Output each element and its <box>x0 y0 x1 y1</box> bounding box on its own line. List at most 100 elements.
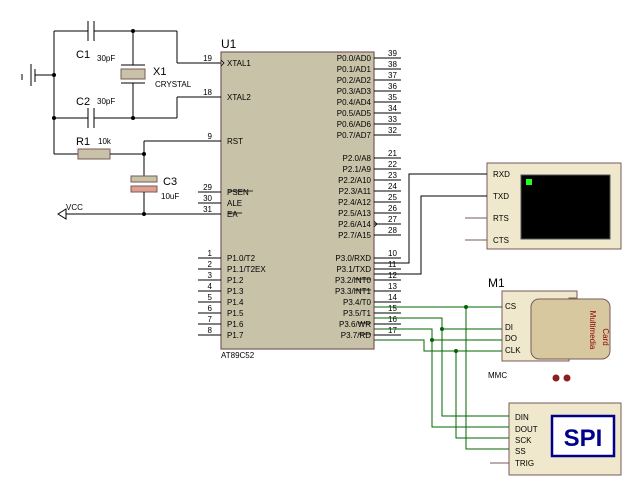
vcc-arrow-icon <box>57 208 67 220</box>
u1-pin-name: RST <box>227 137 243 146</box>
virtual-terminal[interactable]: RXD TXD RTS CTS <box>465 162 622 250</box>
mmc-led-1 <box>552 374 560 382</box>
x1-value: CRYSTAL <box>155 80 192 89</box>
u1-pin-name: P0.1/AD1 <box>337 65 372 74</box>
u1-pin-name: P1.4 <box>227 298 244 307</box>
u1-pin-name: P0.0/AD0 <box>337 54 372 63</box>
terminal-pin-txd: TXD <box>493 192 509 201</box>
u1-pin-name: P3.5/T1 <box>343 309 372 318</box>
u1-pin-number: 2 <box>208 260 213 269</box>
u1-pin-number: 12 <box>388 271 397 280</box>
mmc-pin-clk: CLK <box>505 346 521 355</box>
mmc-pin-do: DO <box>505 334 517 343</box>
c1-ref: C1 <box>76 49 90 61</box>
u1-chip[interactable]: U1 AT89C52 19XTAL118XTAL29RST29PSEN30ALE… <box>198 37 401 360</box>
u1-pin-number: 14 <box>388 293 397 302</box>
c1-value: 30pF <box>97 54 115 63</box>
u1-pin-name: P2.3/A11 <box>339 187 372 196</box>
u1-pin-number: 27 <box>388 215 397 224</box>
u1-pin-number: 25 <box>388 193 397 202</box>
u1-pin-name: P1.5 <box>227 309 244 318</box>
c3-ref: C3 <box>163 176 177 188</box>
terminal-pin-cts: CTS <box>493 236 509 245</box>
schematic-svg: U1 AT89C52 19XTAL118XTAL29RST29PSEN30ALE… <box>21 21 622 476</box>
u1-pin-name: P1.6 <box>227 320 244 329</box>
reset-circuit: R1 10k C3 10uF VCC <box>54 136 221 220</box>
u1-pin-number: 23 <box>388 171 397 180</box>
u1-part: AT89C52 <box>221 351 255 360</box>
c2-value: 30pF <box>97 97 115 106</box>
u1-pin-name: P0.3/AD3 <box>337 87 372 96</box>
spi-pin-dout: DOUT <box>515 425 538 434</box>
u1-pin-number: 15 <box>388 304 397 313</box>
spi-debugger[interactable]: SPI DIN DOUT SCK SS TRIG <box>490 402 622 476</box>
u1-pin-number: 13 <box>388 282 397 291</box>
u1-pin-number: 19 <box>203 54 212 63</box>
u1-pin-name: P2.4/A12 <box>338 198 371 207</box>
u1-pin-number: 24 <box>388 182 397 191</box>
u1-pin-number: 17 <box>388 326 397 335</box>
u1-pin-number: 8 <box>208 326 213 335</box>
u1-pin-name: P0.4/AD4 <box>337 98 372 107</box>
u1-pin-number: 1 <box>208 249 213 258</box>
u1-pin-number: 21 <box>388 149 397 158</box>
c3-value: 10uF <box>161 192 179 201</box>
u1-pin-name: P2.0/A8 <box>343 154 372 163</box>
u1-pin-name: PSEN <box>227 188 249 197</box>
mmc-pin-cs: CS <box>505 302 516 311</box>
mmc-part: MMC <box>488 371 507 380</box>
u1-pin-name: P3.3/INT1 <box>335 287 372 296</box>
u1-pin-number: 5 <box>208 293 213 302</box>
mmc-card-text-2: Multimedia <box>588 311 597 350</box>
u1-pin-number: 38 <box>388 60 397 69</box>
u1-pin-name: P2.2/A10 <box>338 176 371 185</box>
spi-pin-din: DIN <box>515 413 529 422</box>
u1-pin-number: 36 <box>388 82 397 91</box>
u1-pin-name: P2.7/A15 <box>338 231 371 240</box>
x1-ref: X1 <box>153 66 166 78</box>
u1-pin-name: P0.5/AD5 <box>337 109 372 118</box>
u1-pin-name: P3.6/WR <box>339 320 371 329</box>
c2-ref: C2 <box>76 96 90 108</box>
terminal-screen <box>520 174 611 240</box>
vcc-label: VCC <box>66 203 83 212</box>
u1-pin-number: 33 <box>388 115 397 124</box>
spi-logo-text: SPI <box>564 425 603 452</box>
u1-pin-number: 18 <box>203 88 212 97</box>
u1-pin-number: 26 <box>388 204 397 213</box>
u1-pin-name: P3.0/RXD <box>335 254 371 263</box>
u1-pin-name: P1.3 <box>227 287 244 296</box>
u1-pin-name: P1.1/T2EX <box>227 265 266 274</box>
spi-pin-ss: SS <box>515 447 526 456</box>
r1-ref: R1 <box>76 136 90 148</box>
u1-pin-name: P1.7 <box>227 331 244 340</box>
u1-pin-number: 11 <box>388 260 397 269</box>
terminal-pin-rts: RTS <box>493 214 509 223</box>
spi-pin-trig: TRIG <box>515 459 534 468</box>
u1-pin-number: 39 <box>388 49 397 58</box>
mmc-led-2 <box>563 374 571 382</box>
u1-pin-number: 34 <box>388 104 397 113</box>
r1-value: 10k <box>98 137 112 146</box>
u1-pin-name: P0.2/AD2 <box>337 76 372 85</box>
u1-ref: U1 <box>221 37 237 51</box>
u1-pin-name: EA <box>227 210 238 219</box>
resistor-icon[interactable] <box>77 148 111 160</box>
crystal-icon[interactable] <box>120 68 146 80</box>
u1-pin-name: ALE <box>227 199 242 208</box>
u1-pin-name: XTAL1 <box>227 59 251 68</box>
c3-plate-positive[interactable] <box>130 175 158 183</box>
u1-pin-number: 28 <box>388 226 397 235</box>
u1-pin-name: P3.4/T0 <box>343 298 372 307</box>
u1-pin-number: 10 <box>388 249 397 258</box>
u1-pin-number: 22 <box>388 160 397 169</box>
u1-pin-number: 31 <box>203 205 212 214</box>
u1-pin-name: P3.2/INT0 <box>335 276 372 285</box>
schematic-canvas: U1 AT89C52 19 XTAL1 18 XTAL2 9 RST 29 PSEN 30 ALE… <box>0 0 641 495</box>
u1-pin-name: P1.2 <box>227 276 244 285</box>
c3-plate-negative <box>130 185 158 193</box>
u1-pin-number: 16 <box>388 315 397 324</box>
mmc-card-text-1: Card <box>601 328 610 345</box>
mmc-card-body <box>530 298 611 360</box>
mmc-card[interactable]: M1 Card Multimedia CS DI DO CLK MMC <box>488 276 611 382</box>
